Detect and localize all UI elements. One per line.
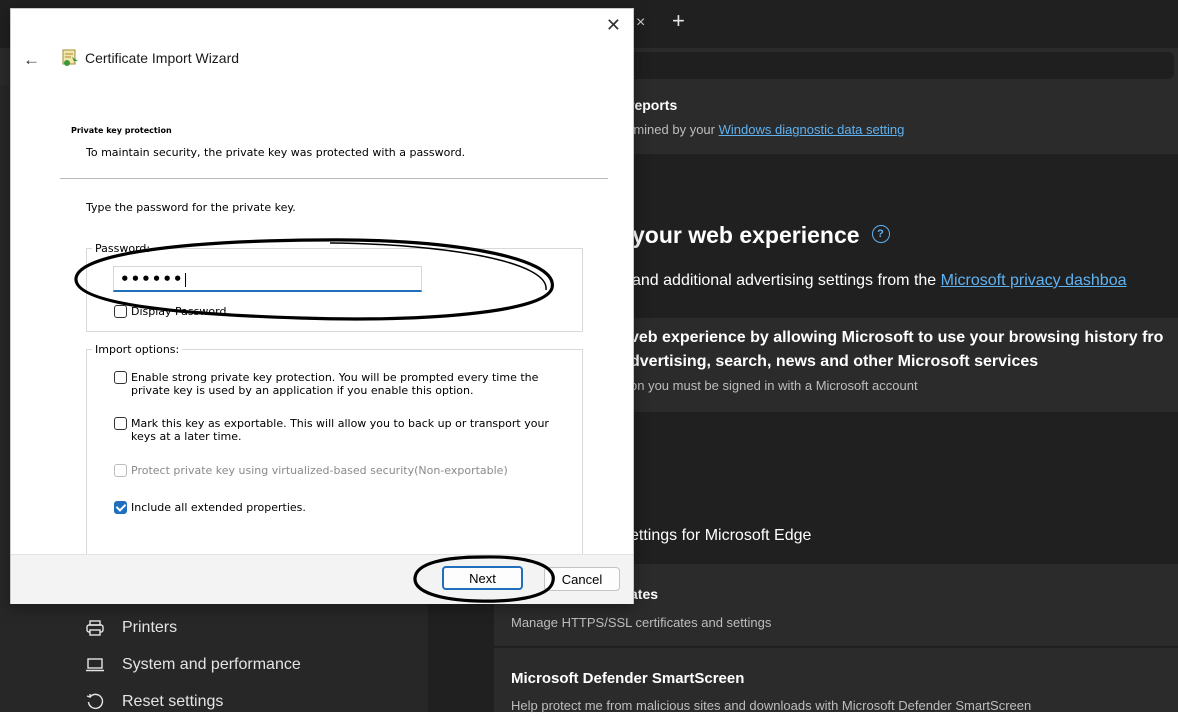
- divider: [60, 178, 608, 179]
- reports-title: reports: [629, 97, 678, 113]
- password-input[interactable]: ••••••: [113, 266, 422, 292]
- password-label: Password:: [92, 242, 154, 255]
- close-icon[interactable]: ✕: [606, 15, 621, 36]
- extended-properties-label: Include all extended properties.: [131, 501, 306, 514]
- personalize-line1: veb experience by allowing Microsoft to …: [630, 329, 1164, 346]
- strong-protection-checkbox[interactable]: [114, 371, 127, 384]
- exportable-label: Mark this key as exportable. This will a…: [131, 417, 549, 443]
- section-title: Private key protection: [71, 126, 172, 135]
- sidebar-item-label: Reset settings: [122, 693, 224, 710]
- tab-close-button[interactable]: ×: [636, 14, 645, 32]
- security-heading: ettings for Microsoft Edge: [630, 527, 812, 544]
- display-password-label: Display Password: [131, 305, 227, 318]
- reports-desc: rmined by your Windows diagnostic data s…: [629, 122, 905, 137]
- password-prompt: Type the password for the private key.: [86, 201, 296, 214]
- sidebar-item-label: Printers: [122, 619, 178, 636]
- section-desc: To maintain security, the private key wa…: [86, 146, 466, 159]
- cancel-button[interactable]: Cancel: [544, 567, 620, 591]
- sidebar-item-system-and-performance[interactable]: System and performance: [84, 651, 301, 679]
- laptop-icon: [84, 658, 106, 672]
- import-options-label: Import options:: [92, 343, 183, 356]
- privacy-dashboard-link[interactable]: Microsoft privacy dashboa: [941, 272, 1127, 289]
- diagnostic-data-setting-link[interactable]: Windows diagnostic data setting: [719, 122, 905, 137]
- sidebar-item-printers[interactable]: Printers: [84, 614, 177, 642]
- help-icon[interactable]: ?: [871, 224, 890, 243]
- smartscreen-desc: Help protect me from malicious sites and…: [511, 698, 1032, 713]
- display-password-checkbox[interactable]: [114, 305, 127, 318]
- exportable-checkbox[interactable]: [114, 417, 127, 430]
- extended-properties-checkbox[interactable]: [114, 501, 127, 514]
- certificates-desc: Manage HTTPS/SSL certificates and settin…: [511, 615, 772, 630]
- back-arrow-icon[interactable]: ←: [23, 50, 40, 70]
- address-bar[interactable]: [600, 52, 1174, 79]
- dialog-footer: [11, 554, 633, 604]
- strong-protection-label: Enable strong private key protection. Yo…: [131, 371, 539, 397]
- smartscreen-title: Microsoft Defender SmartScreen: [511, 670, 745, 687]
- text-caret: [184, 272, 186, 287]
- personalize-line2: dvertising, search, news and other Micro…: [630, 353, 1039, 370]
- certificates-title: ates: [630, 586, 659, 602]
- web-experience-heading: your web experience?: [632, 222, 890, 249]
- printer-icon: [84, 620, 106, 636]
- certificate-icon: [61, 48, 79, 73]
- personalize-note: on you must be signed in with a Microsof…: [630, 378, 918, 393]
- sidebar-item-label: System and performance: [122, 656, 301, 673]
- certificate-import-wizard-dialog: ✕ ← Certificate Import Wizard Private ke…: [10, 8, 634, 604]
- dialog-title: Certificate Import Wizard: [85, 50, 240, 66]
- virtualized-security-label: Protect private key using virtualized-ba…: [131, 464, 508, 477]
- web-experience-desc: and additional advertising settings from…: [632, 272, 1127, 289]
- new-tab-button[interactable]: +: [672, 8, 685, 34]
- next-button[interactable]: Next: [442, 566, 523, 590]
- virtualized-security-checkbox[interactable]: [114, 464, 127, 477]
- reset-icon: [84, 693, 106, 711]
